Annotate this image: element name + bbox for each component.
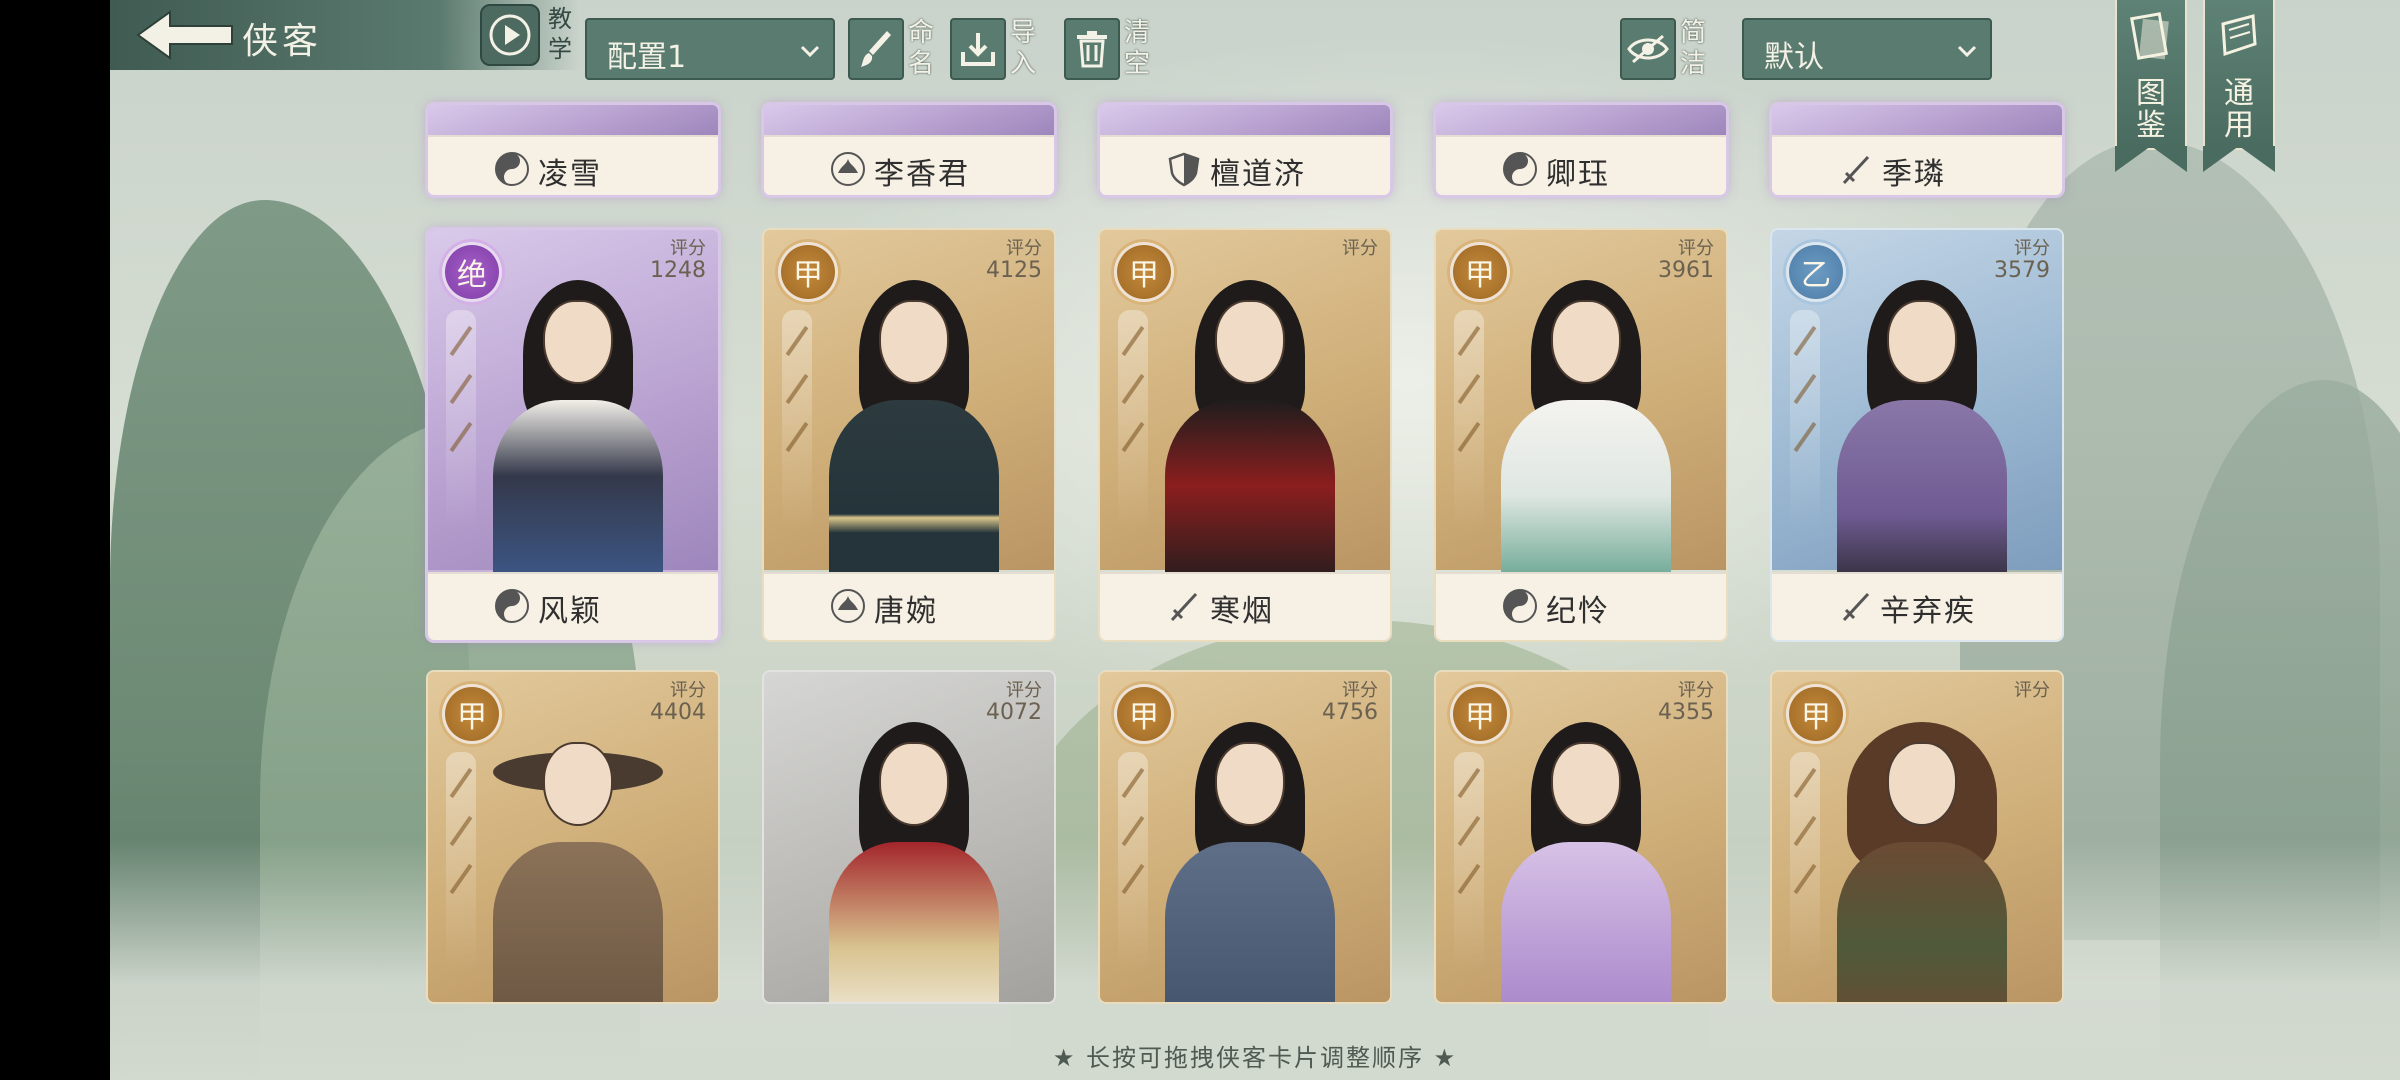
- hero-card[interactable]: 甲 评分: [1772, 672, 2062, 1002]
- hero-name: 李香君: [874, 157, 970, 192]
- grade-badge: 甲: [1114, 242, 1174, 302]
- grade-badge: 绝: [442, 242, 502, 302]
- hero-card[interactable]: 绝 评分 1248 风颖: [428, 230, 718, 640]
- score-value: 4756: [1322, 700, 1378, 725]
- score-display: 评分 4355: [1658, 680, 1714, 725]
- score-value: 4072: [986, 700, 1042, 725]
- hero-portrait: [1155, 712, 1345, 1002]
- hero-portrait: [1155, 270, 1345, 590]
- hero-name: 凌雪: [538, 157, 602, 192]
- hero-portrait: [483, 270, 673, 590]
- sword-icon: [1842, 155, 1870, 185]
- shield-icon: [1168, 152, 1200, 187]
- grade-badge: 甲: [778, 242, 838, 302]
- score-display: 评分 3579: [1994, 238, 2050, 283]
- hero-card[interactable]: 檀道济: [1100, 105, 1390, 195]
- hero-card-grid: 凌雪 李香君 檀道济 卿珏 季璘 绝 评分 1248 风颖 甲 评分 4125 …: [110, 0, 2400, 1080]
- hero-name: 风颖: [538, 594, 602, 629]
- grade-badge: 甲: [442, 684, 502, 744]
- hero-name: 唐婉: [874, 594, 938, 629]
- score-display: 评分: [1342, 238, 1378, 259]
- hero-card[interactable]: 甲 评分 4404: [428, 672, 718, 1002]
- lotus-icon: [831, 152, 865, 186]
- hero-card[interactable]: 甲 评分 4125 唐婉: [764, 230, 1054, 640]
- sword-icon: [1170, 592, 1198, 622]
- score-display: 评分 1248: [650, 238, 706, 283]
- score-display: 评分 4072: [986, 680, 1042, 725]
- hero-card[interactable]: 李香君: [764, 105, 1054, 195]
- hero-card[interactable]: 凌雪: [428, 105, 718, 195]
- yin-yang-icon: [495, 589, 529, 623]
- score-value: 3961: [1658, 258, 1714, 283]
- hero-portrait: [1827, 270, 2017, 590]
- hero-portrait: [483, 712, 673, 1002]
- hero-card[interactable]: 甲 评分 寒烟: [1100, 230, 1390, 640]
- score-display: 评分 3961: [1658, 238, 1714, 283]
- hero-portrait: [1827, 712, 2017, 1002]
- hero-card[interactable]: 评分 4072: [764, 672, 1054, 1002]
- grade-badge: 甲: [1450, 684, 1510, 744]
- game-screen: 侠客 教学 配置1 命名 导入 清空 简洁 默认 图鉴 通用 凌雪 李香君 檀道…: [110, 0, 2400, 1080]
- score-display: 评分 4404: [650, 680, 706, 725]
- yin-yang-icon: [1503, 152, 1537, 186]
- hero-name: 纪怜: [1546, 594, 1610, 629]
- score-value: 1248: [650, 258, 706, 283]
- yin-yang-icon: [1503, 589, 1537, 623]
- sword-icon: [1842, 592, 1870, 622]
- grade-badge: 甲: [1114, 684, 1174, 744]
- grade-badge: 甲: [1786, 684, 1846, 744]
- score-display: 评分 4756: [1322, 680, 1378, 725]
- score-value: 4355: [1658, 700, 1714, 725]
- hero-portrait: [819, 712, 1009, 1002]
- hero-card[interactable]: 季璘: [1772, 105, 2062, 195]
- hero-portrait: [1491, 712, 1681, 1002]
- score-value: 3579: [1994, 258, 2050, 283]
- hero-card[interactable]: 甲 评分 4355: [1436, 672, 1726, 1002]
- hero-card[interactable]: 卿珏: [1436, 105, 1726, 195]
- hero-card[interactable]: 甲 评分 4756: [1100, 672, 1390, 1002]
- grade-badge: 乙: [1786, 242, 1846, 302]
- hero-card[interactable]: 甲 评分 3961 纪怜: [1436, 230, 1726, 640]
- score-value: 4125: [986, 258, 1042, 283]
- yin-yang-icon: [495, 152, 529, 186]
- lotus-icon: [831, 589, 865, 623]
- drag-hint: ★ 长按可拖拽侠客卡片调整顺序 ★: [1052, 1044, 1458, 1072]
- hero-name: 檀道济: [1210, 157, 1306, 192]
- hero-name: 辛弃疾: [1880, 594, 1976, 629]
- hero-portrait: [819, 270, 1009, 590]
- hero-name: 季璘: [1882, 157, 1946, 192]
- hero-name: 卿珏: [1546, 157, 1610, 192]
- score-display: 评分 4125: [986, 238, 1042, 283]
- score-value: 4404: [650, 700, 706, 725]
- hero-portrait: [1491, 270, 1681, 590]
- hero-card[interactable]: 乙 评分 3579 辛弃疾: [1772, 230, 2062, 640]
- grade-badge: 甲: [1450, 242, 1510, 302]
- hero-name: 寒烟: [1210, 594, 1274, 629]
- score-display: 评分: [2014, 680, 2050, 701]
